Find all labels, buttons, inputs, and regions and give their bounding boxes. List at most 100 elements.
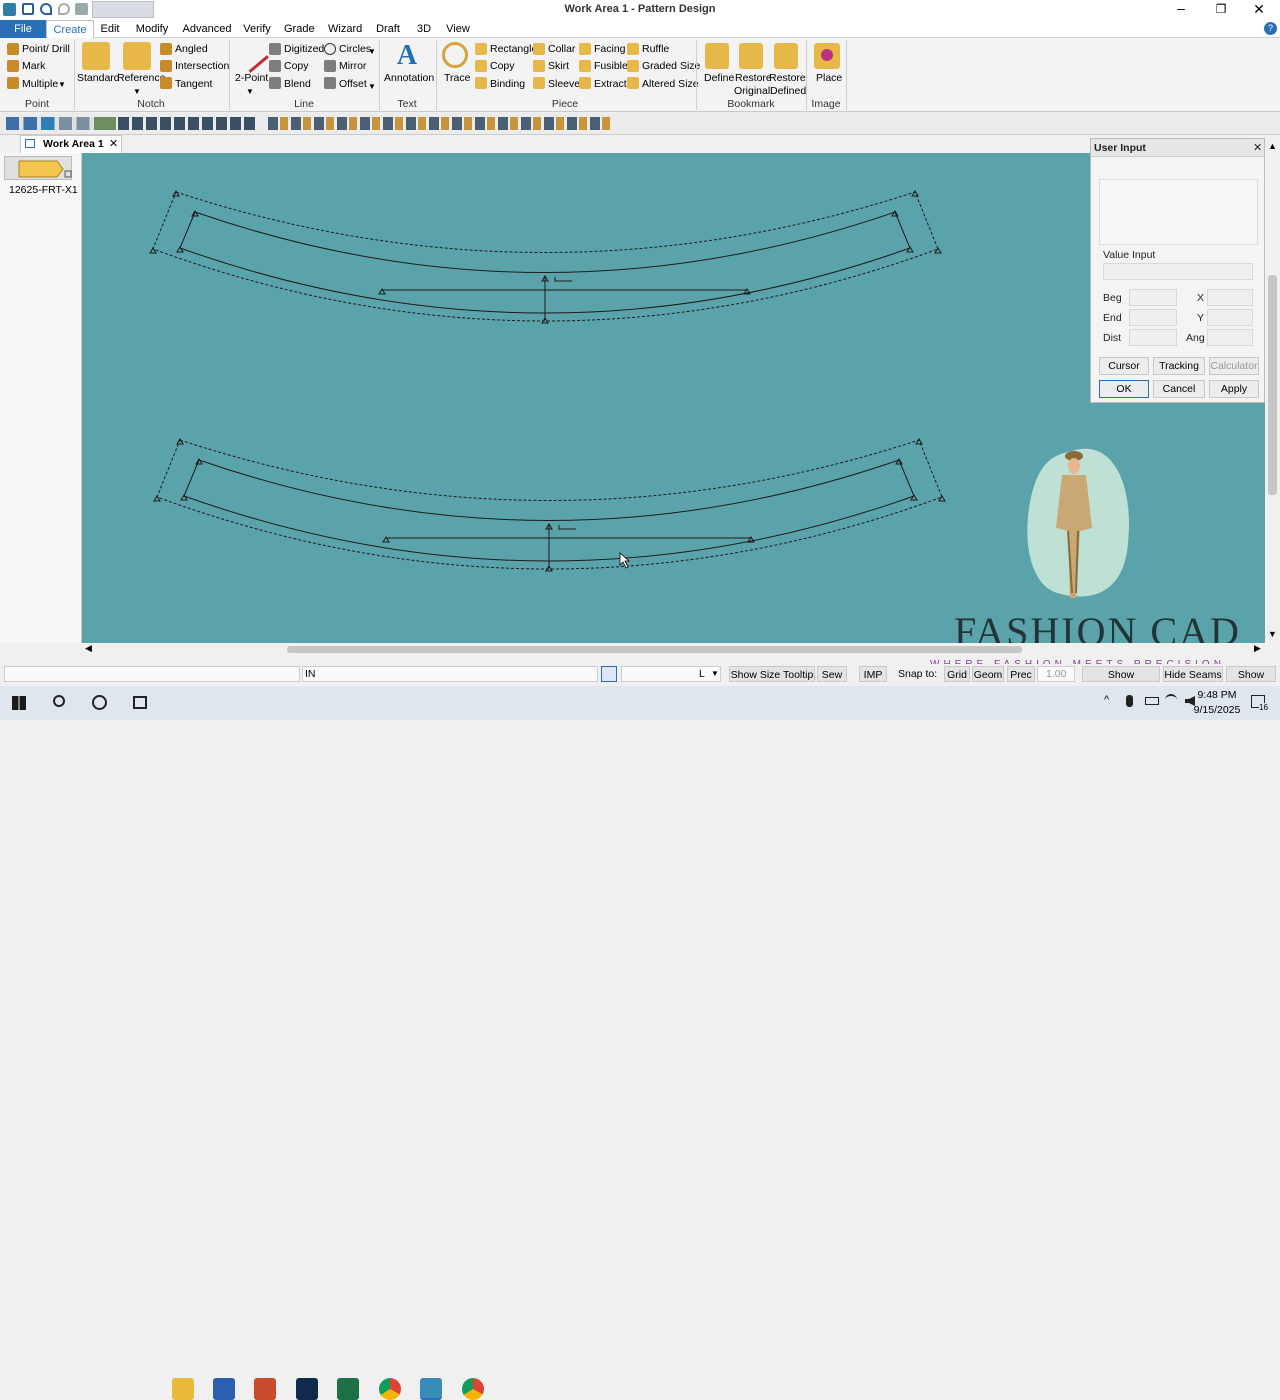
fusible-button[interactable]: Fusible [594, 60, 628, 73]
beg-field[interactable] [1129, 289, 1177, 306]
piece-thumbnail[interactable] [4, 156, 72, 180]
altered-size-button[interactable]: Altered Size [642, 78, 699, 91]
restore-original-line2[interactable]: Original [734, 85, 770, 98]
clock-time[interactable]: 9:48 PM [1192, 689, 1242, 701]
dist-field[interactable] [1129, 329, 1177, 346]
menu-draft[interactable]: Draft [374, 20, 402, 38]
standard-notch-button[interactable]: Standard [77, 72, 120, 85]
menu-modify[interactable]: Modify [132, 20, 172, 38]
cursor-button[interactable]: Cursor [1099, 357, 1149, 375]
undo-quick-icon[interactable] [40, 3, 52, 15]
graded-size-button[interactable]: Graded Size [642, 60, 700, 73]
restore-button[interactable]: ❐ [1210, 2, 1232, 18]
close-button[interactable]: ✕ [1248, 1, 1270, 17]
cancel-button[interactable]: Cancel [1153, 380, 1205, 398]
redo-quick-icon[interactable] [58, 3, 70, 15]
menu-advanced[interactable]: Advanced [182, 20, 232, 38]
ruffle-button[interactable]: Ruffle [642, 43, 669, 56]
angled-button[interactable]: Angled [175, 43, 208, 56]
tab-close-icon[interactable]: ✕ [109, 137, 118, 150]
skirt-button[interactable]: Skirt [548, 60, 569, 73]
restore-defined-line1[interactable]: Restore [769, 72, 806, 85]
show-smoothing-button[interactable]: Show Smoothing [1082, 666, 1160, 697]
extract-button[interactable]: Extract [594, 78, 627, 91]
menu-verify[interactable]: Verify [242, 20, 272, 38]
x-field[interactable] [1207, 289, 1253, 306]
excel-icon[interactable] [337, 1378, 359, 1400]
task-view-icon[interactable] [133, 696, 147, 709]
menu-edit[interactable]: Edit [96, 20, 124, 38]
multiple-button[interactable]: Multiple [22, 78, 58, 91]
calculator-button[interactable]: Calculator [1209, 357, 1259, 375]
prec-snap-button[interactable]: Prec [1007, 666, 1035, 682]
horizontal-scroll-thumb[interactable] [287, 646, 1022, 653]
rectangle-button[interactable]: Rectangle [490, 43, 537, 56]
define-button[interactable]: Define [704, 72, 734, 85]
end-field[interactable] [1129, 309, 1177, 326]
blend-button[interactable]: Blend [284, 78, 311, 91]
dropdown-arrow-icon[interactable]: ▼ [246, 85, 254, 98]
binding-button[interactable]: Binding [490, 78, 525, 91]
word-icon[interactable] [213, 1378, 235, 1400]
pattern-piece-lower[interactable] [153, 438, 946, 572]
hide-seams-button[interactable]: Hide Seams [1163, 666, 1223, 682]
powerpoint-icon[interactable] [254, 1378, 276, 1400]
tangent-button[interactable]: Tangent [175, 78, 212, 91]
minimize-button[interactable]: – [1170, 1, 1192, 18]
y-field[interactable] [1207, 309, 1253, 326]
value-input-field[interactable] [1103, 263, 1253, 280]
imp-button[interactable]: IMP [859, 666, 887, 682]
pattern-design-app-icon[interactable] [420, 1378, 442, 1400]
menu-3d[interactable]: 3D [414, 20, 434, 38]
dropdown-arrow-icon[interactable]: ▼ [133, 85, 141, 98]
digitized-button[interactable]: Digitized [284, 43, 324, 56]
restore-defined-line2[interactable]: Defined [770, 85, 806, 98]
circles-button[interactable]: Circles [339, 43, 371, 56]
show-grid-button[interactable]: Show Grid [1226, 666, 1276, 697]
vertical-scroll-thumb[interactable] [1268, 275, 1277, 495]
tracking-button[interactable]: Tracking [1153, 357, 1205, 375]
point-drill-button[interactable]: Point/ Drill [22, 43, 70, 56]
battery-icon[interactable] [1145, 697, 1159, 705]
work-area-canvas[interactable]: FASHION CAD WHERE FASHION MEETS PRECISIO… [82, 153, 1265, 670]
photoshop-icon[interactable] [296, 1378, 318, 1400]
file-tools-icon[interactable] [6, 117, 116, 130]
help-icon[interactable]: ? [1264, 22, 1277, 35]
two-point-button[interactable]: 2-Point [235, 72, 268, 85]
dropdown-arrow-icon[interactable]: ▼ [58, 78, 66, 91]
scroll-down-icon[interactable]: ▼ [1268, 629, 1277, 639]
pattern-piece-upper[interactable] [149, 190, 942, 324]
size-select[interactable]: L ▼ [621, 666, 721, 682]
apply-button[interactable]: Apply [1209, 380, 1259, 398]
menu-create[interactable]: Create [46, 20, 94, 38]
windows-start-icon[interactable] [12, 696, 26, 710]
panel-close-icon[interactable]: ✕ [1253, 141, 1262, 154]
dropdown-arrow-icon[interactable]: ▼ [368, 45, 376, 58]
sleeve-button[interactable]: Sleeve [548, 78, 580, 91]
menu-wizard[interactable]: Wizard [328, 20, 362, 38]
scroll-left-icon[interactable]: ◀ [85, 643, 92, 654]
chrome-second-icon[interactable] [462, 1378, 484, 1400]
reference-notch-button[interactable]: Reference [117, 72, 165, 85]
show-size-tooltip-button[interactable]: Show Size Tooltip [729, 666, 815, 682]
horizontal-scrollbar[interactable]: ◀ ▶ [82, 643, 1265, 656]
menu-file[interactable]: File [0, 20, 46, 38]
menu-grade[interactable]: Grade [284, 20, 315, 38]
precision-field[interactable]: 1.00 [1037, 666, 1075, 682]
restore-original-line1[interactable]: Restore [735, 72, 772, 85]
scroll-up-icon[interactable]: ▲ [1268, 141, 1277, 151]
dropdown-arrow-icon[interactable]: ▼ [368, 80, 376, 93]
intersection-button[interactable]: Intersection [175, 60, 229, 73]
clock-date[interactable]: 9/15/2025 [1190, 704, 1244, 716]
line-copy-button[interactable]: Copy [284, 60, 309, 73]
ok-button[interactable]: OK [1099, 380, 1149, 398]
place-button[interactable]: Place [816, 72, 842, 85]
ang-field[interactable] [1207, 329, 1253, 346]
annotation-button[interactable]: Annotation [384, 72, 434, 85]
menu-view[interactable]: View [445, 20, 471, 38]
zoom-tools-icon[interactable] [118, 117, 258, 130]
sew-button[interactable]: Sew [817, 666, 847, 682]
chrome-icon[interactable] [379, 1378, 401, 1400]
trace-button[interactable]: Trace [444, 72, 470, 85]
collar-button[interactable]: Collar [548, 43, 575, 56]
